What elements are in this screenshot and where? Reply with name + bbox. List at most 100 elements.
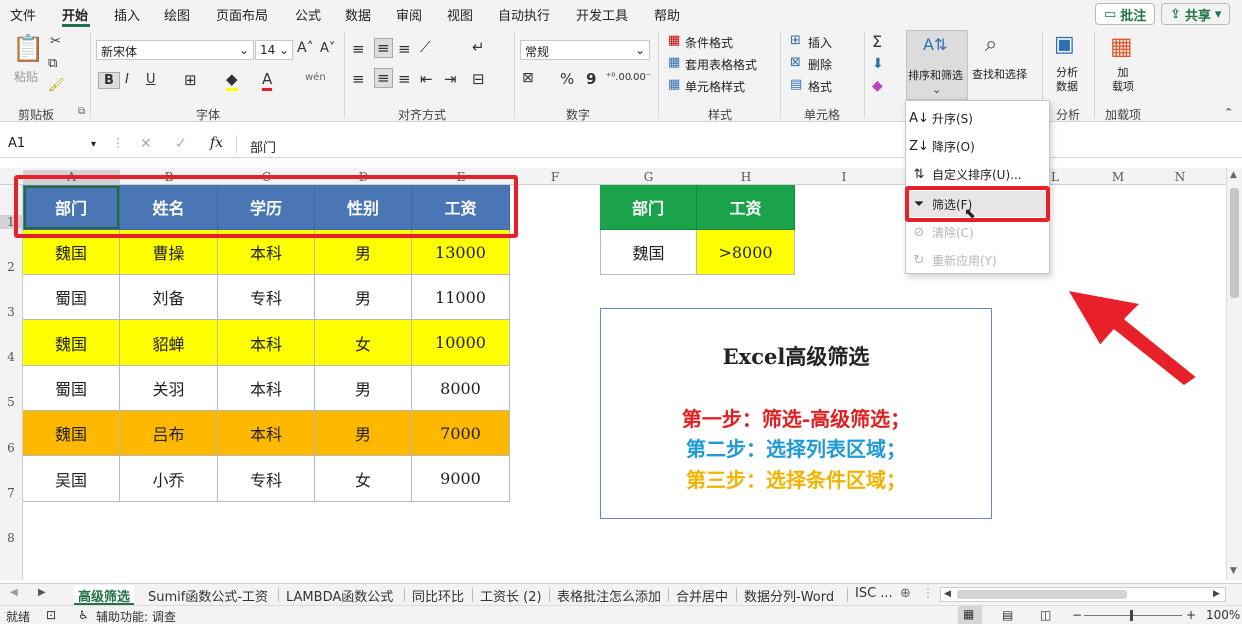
menu-insert[interactable]: 插入 (114, 5, 140, 24)
fill-icon[interactable]: ⬇ (872, 56, 884, 72)
cell-styles-button[interactable]: 单元格样式 (685, 78, 745, 95)
criteria-header-cell[interactable]: 部门 (600, 185, 697, 230)
format-cells-button[interactable]: 格式 (808, 78, 832, 95)
table-cell[interactable]: 小乔 (120, 456, 218, 502)
scroll-left-icon[interactable]: ◀ (944, 589, 951, 599)
row-header-5[interactable]: 5 (0, 395, 22, 409)
orientation-icon[interactable]: ⟋ (420, 38, 431, 56)
zoom-slider[interactable] (1084, 615, 1182, 616)
menu-item-sort-descending[interactable]: Z↓ 降序(O) (906, 133, 1049, 159)
horizontal-scrollbar[interactable]: ◀ ▶ (940, 587, 1226, 602)
wrap-text-icon[interactable]: ↵ (472, 38, 485, 56)
table-cell[interactable]: 关羽 (120, 366, 218, 411)
increase-indent-icon[interactable]: ⇥ (444, 70, 457, 88)
align-left-icon[interactable]: ≡ (352, 70, 365, 88)
delete-cells-button[interactable]: 删除 (808, 56, 832, 73)
decrease-font-icon[interactable]: A˅ (320, 41, 335, 56)
table-cell[interactable]: 专科 (218, 456, 315, 502)
column-header-i[interactable]: I (795, 170, 893, 184)
menu-item-reapply[interactable]: ↻ 重新应用(Y) (906, 247, 1049, 273)
addins-icon[interactable]: ▦ (1110, 32, 1133, 60)
percent-button[interactable]: % (560, 70, 574, 88)
column-header-n[interactable]: N (1155, 170, 1205, 184)
sheet-tab[interactable]: 同比环比 (408, 585, 468, 605)
table-cell[interactable]: 女 (315, 320, 412, 366)
menu-data[interactable]: 数据 (345, 5, 371, 24)
table-cell[interactable]: 刘备 (120, 275, 218, 320)
collapse-ribbon-icon[interactable]: ⌃ (1224, 106, 1233, 119)
increase-font-icon[interactable]: A˄ (297, 40, 314, 56)
table-cell[interactable]: 吕布 (120, 411, 218, 456)
row-header-4[interactable]: 4 (0, 350, 22, 364)
bold-button[interactable]: B (98, 72, 120, 89)
number-format-select[interactable]: 常规 ⌄ (520, 40, 650, 60)
menu-item-clear[interactable]: ⊘ 清除(C) (906, 219, 1049, 245)
table-cell[interactable]: 蜀国 (23, 366, 120, 411)
comment-button[interactable]: ▭ 批注 (1095, 3, 1156, 25)
menu-automate[interactable]: 自动执行 (498, 5, 550, 24)
table-cell[interactable]: 男 (315, 411, 412, 456)
vertical-scrollbar[interactable]: ▲ ▼ (1226, 168, 1242, 580)
scrollbar-thumb[interactable] (1230, 188, 1239, 298)
instruction-textbox[interactable]: Excel高级筛选 第一步：筛选-高级筛选； 第二步：选择列表区域； 第三步：选… (600, 308, 992, 519)
prev-sheet-icon[interactable]: ◀ (10, 587, 18, 598)
row-header-2[interactable]: 2 (0, 260, 22, 274)
table-cell[interactable]: 魏国 (23, 320, 120, 366)
table-cell[interactable]: 8000 (412, 366, 510, 411)
table-cell[interactable]: 11000 (412, 275, 510, 320)
scroll-right-icon[interactable]: ▶ (1213, 589, 1220, 599)
table-cell[interactable]: 10000 (412, 320, 510, 366)
zoom-in-icon[interactable]: + (1186, 608, 1196, 622)
column-header-h[interactable]: H (697, 170, 795, 184)
column-header-m[interactable]: M (1093, 170, 1143, 184)
insert-cells-button[interactable]: 插入 (808, 34, 832, 51)
underline-button[interactable]: U (146, 72, 156, 87)
criteria-header-cell[interactable]: 工资 (697, 185, 795, 230)
enter-icon[interactable]: ✓ (175, 136, 187, 152)
column-header-g[interactable]: G (600, 170, 697, 184)
share-button[interactable]: ⇪ 共享 ▾ (1161, 3, 1231, 25)
zoom-out-icon[interactable]: − (1072, 608, 1082, 622)
table-cell[interactable]: 女 (315, 456, 412, 502)
find-select-button[interactable]: 查找和选择 (972, 66, 1027, 82)
sheet-tab[interactable]: ISC ... (851, 585, 897, 605)
merge-center-icon[interactable]: ⊟ (472, 70, 485, 88)
increase-decimal-icon[interactable]: ⁺⁰.00 (606, 72, 631, 83)
format-painter-icon[interactable]: 🖌 (48, 78, 65, 93)
decrease-indent-icon[interactable]: ⇤ (420, 70, 433, 88)
sort-filter-button[interactable]: A⇅ 排序和筛选 ⌄ (906, 30, 968, 100)
zoom-slider-thumb[interactable] (1130, 610, 1133, 621)
conditional-format-button[interactable]: 条件格式 (685, 34, 733, 51)
table-cell[interactable]: 魏国 (23, 411, 120, 456)
menu-formulas[interactable]: 公式 (295, 5, 321, 24)
table-cell[interactable]: 9000 (412, 456, 510, 502)
add-sheet-icon[interactable]: ⊕ (900, 586, 911, 601)
scrollbar-thumb[interactable] (957, 590, 1127, 599)
menu-view[interactable]: 视图 (447, 5, 473, 24)
row-header-3[interactable]: 3 (0, 305, 22, 319)
copy-icon[interactable]: ⧉ (48, 56, 57, 71)
table-cell[interactable]: 本科 (218, 320, 315, 366)
addins-button[interactable]: 加 载项 (1112, 66, 1134, 94)
table-cell[interactable]: 蜀国 (23, 275, 120, 320)
font-size-select[interactable]: 14 ⌄ (255, 40, 293, 60)
menu-help[interactable]: 帮助 (654, 5, 680, 24)
macro-record-icon[interactable]: ⊡ (46, 608, 56, 622)
align-bottom-icon[interactable]: ≡ (398, 40, 411, 58)
clear-icon[interactable]: ◆ (872, 78, 883, 94)
find-icon[interactable]: ⌕ (985, 32, 997, 57)
sheet-tab[interactable]: 数据分列-Word (740, 585, 838, 605)
row-header-6[interactable]: 6 (0, 441, 22, 455)
table-format-button[interactable]: 套用表格格式 (685, 56, 757, 73)
menu-draw[interactable]: 绘图 (164, 5, 190, 24)
column-header-f[interactable]: F (510, 170, 600, 184)
table-cell[interactable]: 男 (315, 366, 412, 411)
table-cell[interactable]: 男 (315, 275, 412, 320)
row-header-8[interactable]: 8 (0, 531, 22, 545)
cancel-icon[interactable]: ✕ (140, 136, 152, 152)
autosum-icon[interactable]: Σ (872, 32, 882, 51)
phonetic-icon[interactable]: wén (305, 72, 326, 83)
sheet-tab[interactable]: 表格批注怎么添加 (553, 585, 665, 605)
menu-item-sort-ascending[interactable]: A↓ 升序(S) (906, 105, 1049, 131)
next-sheet-icon[interactable]: ▶ (38, 587, 46, 598)
